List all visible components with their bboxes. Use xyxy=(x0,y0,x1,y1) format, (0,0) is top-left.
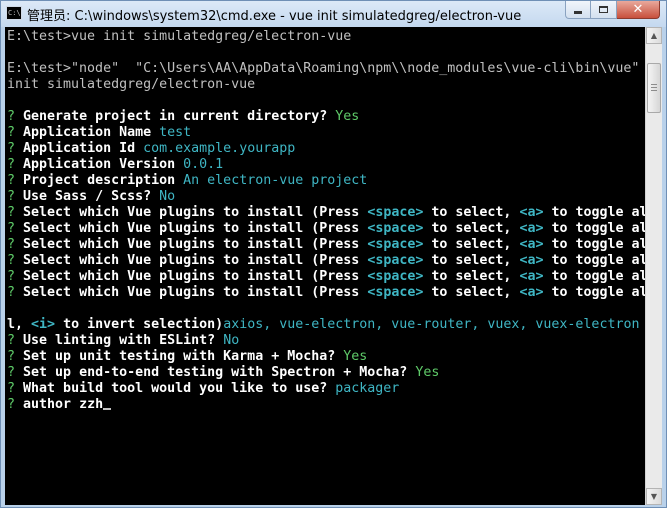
title-bar[interactable]: C:\ 管理员: C:\windows\system32\cmd.exe - v… xyxy=(1,1,666,27)
plugin-prompt-line: ? Select which Vue plugins to install (P… xyxy=(7,285,645,300)
plugin-prompt-line: ? Select which Vue plugins to install (P… xyxy=(7,205,645,220)
grip-icon xyxy=(651,90,657,91)
prompt-line: ? Application Id com.example.yourapp xyxy=(7,141,296,156)
cmd-icon[interactable]: C:\ xyxy=(6,6,22,20)
text-cursor xyxy=(103,408,112,410)
plugin-prompt-line: ? Select which Vue plugins to install (P… xyxy=(7,237,645,252)
prompt-line: ? Application Version 0.0.1 xyxy=(7,157,224,172)
chevron-up-icon: ▲ xyxy=(650,31,658,40)
plugin-selection-line: l, <i> to invert selection)axios, vue-el… xyxy=(7,317,640,332)
plugin-prompt-line: ? Select which Vue plugins to install (P… xyxy=(7,221,645,236)
scroll-down-button[interactable]: ▼ xyxy=(646,488,662,505)
console-output[interactable]: E:\test>vue init simulatedgreg/electron-… xyxy=(5,27,645,505)
scroll-thumb[interactable] xyxy=(647,63,661,113)
window-controls: ✕ xyxy=(565,1,660,20)
maximize-icon xyxy=(599,6,608,13)
grip-icon xyxy=(651,84,657,85)
console-line: E:\test>"node" "C:\Users\AA\AppData\Roam… xyxy=(7,61,640,76)
minimize-icon xyxy=(574,11,582,14)
prompt-line: ? Use linting with ESLint? No xyxy=(7,333,240,348)
prompt-line: ? Project description An electron-vue pr… xyxy=(7,173,368,188)
cmd-window: C:\ 管理员: C:\windows\system32\cmd.exe - v… xyxy=(0,0,667,508)
close-button[interactable]: ✕ xyxy=(617,1,660,19)
maximize-button[interactable] xyxy=(591,1,617,19)
prompt-line: ? Use Sass / Scss? No xyxy=(7,189,176,204)
plugin-prompt-line: ? Select which Vue plugins to install (P… xyxy=(7,269,645,284)
console-line: E:\test>vue init simulatedgreg/electron-… xyxy=(7,29,352,44)
grip-icon xyxy=(651,87,657,88)
plugin-prompt-line: ? Select which Vue plugins to install (P… xyxy=(7,253,645,268)
scroll-up-button[interactable]: ▲ xyxy=(646,27,662,44)
minimize-button[interactable] xyxy=(565,1,591,19)
window-title: 管理员: C:\windows\system32\cmd.exe - vue i… xyxy=(27,9,522,24)
chevron-down-icon: ▼ xyxy=(650,492,658,501)
close-icon: ✕ xyxy=(632,2,644,17)
prompt-line: ? Set up unit testing with Karma + Mocha… xyxy=(7,349,368,364)
vertical-scrollbar[interactable]: ▲ ▼ xyxy=(645,27,662,505)
prompt-line: ? What build tool would you like to use?… xyxy=(7,381,400,396)
prompt-line: ? Set up end-to-end testing with Spectro… xyxy=(7,365,440,380)
console-line: init simulatedgreg/electron-vue xyxy=(7,77,256,92)
prompt-line: ? Generate project in current directory?… xyxy=(7,109,360,124)
author-input-line[interactable]: ? author zzh xyxy=(7,397,112,413)
prompt-line: ? Application Name test xyxy=(7,125,192,140)
